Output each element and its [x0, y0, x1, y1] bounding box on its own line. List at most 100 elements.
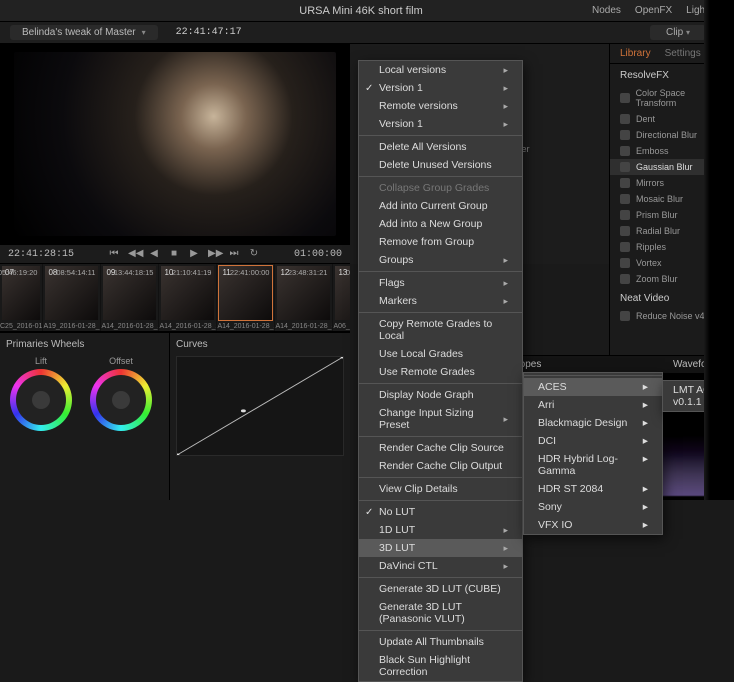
fx-item[interactable]: Directional Blur [610, 127, 734, 143]
submenu-arrow-icon: ▸ [643, 381, 648, 393]
menu-item[interactable]: Copy Remote Grades to Local [359, 315, 522, 345]
submenu-arrow-icon: ▸ [503, 561, 508, 572]
menu-item[interactable]: Change Input Sizing Preset▸ [359, 404, 522, 434]
menu-item[interactable]: ACES▸ [524, 378, 662, 396]
fx-item[interactable]: Prism Blur [610, 207, 734, 223]
menu-item[interactable]: Render Cache Clip Output [359, 457, 522, 475]
viewer[interactable] [0, 44, 350, 244]
menu-item[interactable]: Use Local Grades [359, 345, 522, 363]
last-button[interactable]: ⏭ [228, 248, 240, 260]
menu-item[interactable]: Delete All Versions [359, 138, 522, 156]
menu-item[interactable]: Local versions▸ [359, 61, 522, 79]
fx-item[interactable]: Color Space Transform [610, 85, 734, 111]
first-button[interactable]: ⏮ [108, 248, 120, 260]
tc-left: 22:41:28:15 [8, 249, 74, 260]
header-bar: Belinda's tweak of Master ▾ 22:41:47:17 … [0, 22, 734, 44]
titlebar: URSA Mini 46K short film Nodes OpenFX Li… [0, 0, 734, 22]
menu-item[interactable]: Remote versions▸ [359, 97, 522, 115]
fx-item[interactable]: Dent [610, 111, 734, 127]
fx-tab-library[interactable]: Library [620, 48, 651, 59]
menu-item[interactable]: Update All Thumbnails [359, 633, 522, 651]
submenu-arrow-icon: ▸ [503, 414, 508, 425]
menu-item[interactable]: HDR ST 2084▸ [524, 480, 662, 498]
fx-icon [620, 274, 630, 284]
fx-item[interactable]: Mosaic Blur [610, 191, 734, 207]
menu-item[interactable]: Black Sun Highlight Correction [359, 651, 522, 681]
lift-wheel[interactable] [10, 369, 72, 431]
clip-name: A14_2016-01-28_3 [275, 322, 332, 331]
menu-item[interactable]: Add into a New Group [359, 215, 522, 233]
stop-button[interactable]: ■ [168, 248, 180, 260]
toggle-nodes[interactable]: Nodes [592, 5, 621, 16]
menu-item[interactable]: VFX IO▸ [524, 516, 662, 534]
thumbnail-clip[interactable]: 08 08:54:14:11 A19_2016-01-28_1 [43, 264, 101, 331]
menu-item[interactable]: Delete Unused Versions [359, 156, 522, 174]
curves-editor[interactable] [176, 356, 344, 456]
fx-icon [620, 114, 630, 124]
curves-panel: Curves [170, 333, 350, 500]
fx-item[interactable]: Ripples [610, 239, 734, 255]
submenu-arrow-icon: ▸ [643, 519, 648, 531]
toggle-openfx[interactable]: OpenFX [635, 5, 672, 16]
menu-item[interactable]: Render Cache Clip Source [359, 439, 522, 457]
menu-item[interactable]: HDR Hybrid Log-Gamma▸ [524, 450, 662, 480]
menu-item[interactable]: Blackmagic Design▸ [524, 414, 662, 432]
lut-3d-submenu[interactable]: ACES▸Arri▸Blackmagic Design▸DCI▸HDR Hybr… [523, 372, 663, 535]
menu-item[interactable]: Generate 3D LUT (Panasonic VLUT) [359, 598, 522, 628]
context-menu[interactable]: Local versions▸Version 1▸Remote versions… [358, 60, 523, 682]
menu-item[interactable]: Version 1▸ [359, 115, 522, 133]
menu-item[interactable]: 3D LUT▸ [359, 539, 522, 557]
menu-item[interactable]: Sony▸ [524, 498, 662, 516]
fx-icon [620, 194, 630, 204]
menu-item[interactable]: 1D LUT▸ [359, 521, 522, 539]
menu-item[interactable]: View Clip Details [359, 480, 522, 498]
thumbnail-clip[interactable]: 13 00:27:30:05 A06_2016-01-27_1 [333, 264, 350, 331]
thumbnail-clip[interactable]: 07 05:46:19:20 C25_2016-01 [0, 264, 43, 331]
clip-name: A14_2016-01-28_2 [217, 322, 274, 331]
menu-item[interactable]: Markers▸ [359, 292, 522, 310]
toggle-lightbox[interactable]: Lightbox [686, 5, 724, 16]
thumbnail-clip[interactable]: 12 23:48:31:21 A14_2016-01-28_3 [275, 264, 333, 331]
menu-item[interactable]: Generate 3D LUT (CUBE) [359, 580, 522, 598]
fx-item[interactable]: Reduce Noise v4 [610, 308, 734, 324]
thumbnail-strip[interactable]: 07 05:46:19:20 C25_2016-0108 08:54:14:11… [0, 264, 350, 332]
menu-item[interactable]: DCI▸ [524, 432, 662, 450]
nextclip-button[interactable]: ▶▶ [208, 248, 220, 260]
prevclip-button[interactable]: ◀◀ [128, 248, 140, 260]
clip-duration: 08:54:14:11 [56, 268, 95, 277]
menu-item[interactable]: DaVinci CTL▸ [359, 557, 522, 575]
menu-item[interactable]: LMT ACES v0.1.1 [673, 384, 734, 408]
header-timecode: 22:41:47:17 [176, 27, 242, 38]
fx-item[interactable]: Gaussian Blur [610, 159, 734, 175]
loop-button[interactable]: ↻ [248, 248, 260, 260]
fx-item[interactable]: Mirrors [610, 175, 734, 191]
menu-item[interactable]: Groups▸ [359, 251, 522, 269]
stepback-button[interactable]: ◀ [148, 248, 160, 260]
thumbnail-clip[interactable]: 09 13:44:18:15 A14_2016-01-28_2 [101, 264, 159, 331]
fx-tab-settings[interactable]: Settings [665, 48, 701, 59]
scopes-mode-dropdown[interactable]: Waveform ▾ [673, 359, 726, 370]
submenu-arrow-icon: ▸ [643, 435, 648, 447]
menu-item[interactable]: No LUT [359, 503, 522, 521]
fx-item[interactable]: Radial Blur [610, 223, 734, 239]
play-button[interactable]: ▶ [188, 248, 200, 260]
clip-selector-dropdown[interactable]: Clip ▾ [650, 25, 706, 40]
offset-wheel[interactable] [90, 369, 152, 431]
options-icon[interactable]: ⋯ [716, 28, 724, 37]
aces-submenu[interactable]: LMT ACES v0.1.1 [662, 380, 734, 412]
menu-item[interactable]: Remove from Group [359, 233, 522, 251]
fx-item[interactable]: Emboss [610, 143, 734, 159]
clip-name: A14_2016-01-28_2 [159, 322, 216, 331]
menu-item[interactable]: Display Node Graph [359, 386, 522, 404]
menu-item[interactable]: Add into Current Group [359, 197, 522, 215]
fx-item[interactable]: Vortex [610, 255, 734, 271]
fx-item[interactable]: Zoom Blur [610, 271, 734, 287]
thumbnail-clip[interactable]: 10 21:10:41:19 A14_2016-01-28_2 [159, 264, 217, 331]
submenu-arrow-icon: ▸ [503, 543, 508, 554]
thumbnail-clip[interactable]: 11 22:41:00:00 A14_2016-01-28_2 [217, 264, 275, 331]
grade-name-dropdown[interactable]: Belinda's tweak of Master ▾ [10, 25, 158, 40]
menu-item[interactable]: Use Remote Grades [359, 363, 522, 381]
menu-item[interactable]: Flags▸ [359, 274, 522, 292]
menu-item[interactable]: Version 1▸ [359, 79, 522, 97]
menu-item[interactable]: Arri▸ [524, 396, 662, 414]
